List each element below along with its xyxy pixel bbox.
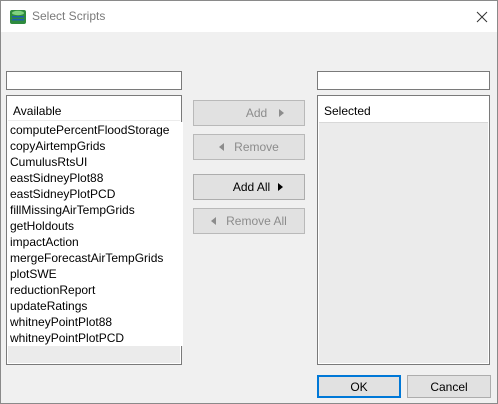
list-item[interactable]: eastSidneyPlotPCD bbox=[8, 186, 183, 202]
close-button[interactable] bbox=[467, 1, 497, 32]
available-list-items: computePercentFloodStorage copyAirtempGri… bbox=[8, 122, 183, 346]
select-scripts-dialog: Select Scripts Available computePercentF… bbox=[0, 0, 498, 404]
arrow-right-icon bbox=[278, 183, 284, 191]
available-list-header: Available bbox=[8, 97, 180, 121]
list-item[interactable]: CumulusRtsUI bbox=[8, 154, 183, 170]
add-all-button[interactable]: Add All bbox=[193, 174, 305, 200]
list-item[interactable]: plotSWE bbox=[8, 266, 183, 282]
list-item[interactable]: whitneyPointPlotPCD bbox=[8, 330, 183, 346]
list-item[interactable]: mergeForecastAirTempGrids bbox=[8, 250, 183, 266]
ok-button[interactable]: OK bbox=[317, 375, 401, 398]
arrow-left-icon bbox=[211, 217, 217, 225]
arrow-right-icon bbox=[279, 109, 285, 117]
list-item[interactable]: eastSidneyPlot88 bbox=[8, 170, 183, 186]
list-item[interactable]: copyAirtempGrids bbox=[8, 138, 183, 154]
available-list[interactable]: Available computePercentFloodStorage copy… bbox=[6, 95, 183, 365]
arrow-left-icon bbox=[219, 143, 225, 151]
list-item[interactable]: impactAction bbox=[8, 234, 183, 250]
add-button[interactable]: Add bbox=[193, 100, 305, 126]
list-item[interactable]: updateRatings bbox=[8, 298, 183, 314]
list-item[interactable]: computePercentFloodStorage bbox=[8, 122, 183, 138]
selected-list-header: Selected bbox=[319, 97, 488, 121]
cancel-button[interactable]: Cancel bbox=[407, 375, 491, 398]
close-icon bbox=[476, 11, 488, 22]
window-title: Select Scripts bbox=[32, 9, 106, 23]
list-item[interactable]: getHoldouts bbox=[8, 218, 183, 234]
remove-all-button[interactable]: Remove All bbox=[193, 208, 305, 234]
available-filter-input[interactable] bbox=[6, 71, 182, 90]
list-item[interactable]: fillMissingAirTempGrids bbox=[8, 202, 183, 218]
selected-filter-input[interactable] bbox=[317, 71, 490, 90]
list-item[interactable]: reductionReport bbox=[8, 282, 183, 298]
remove-button[interactable]: Remove bbox=[193, 134, 305, 160]
selected-list[interactable]: Selected bbox=[317, 95, 490, 365]
app-icon bbox=[10, 10, 26, 24]
title-bar: Select Scripts bbox=[1, 1, 497, 32]
list-item[interactable]: whitneyPointPlot88 bbox=[8, 314, 183, 330]
selected-list-background bbox=[319, 122, 488, 363]
